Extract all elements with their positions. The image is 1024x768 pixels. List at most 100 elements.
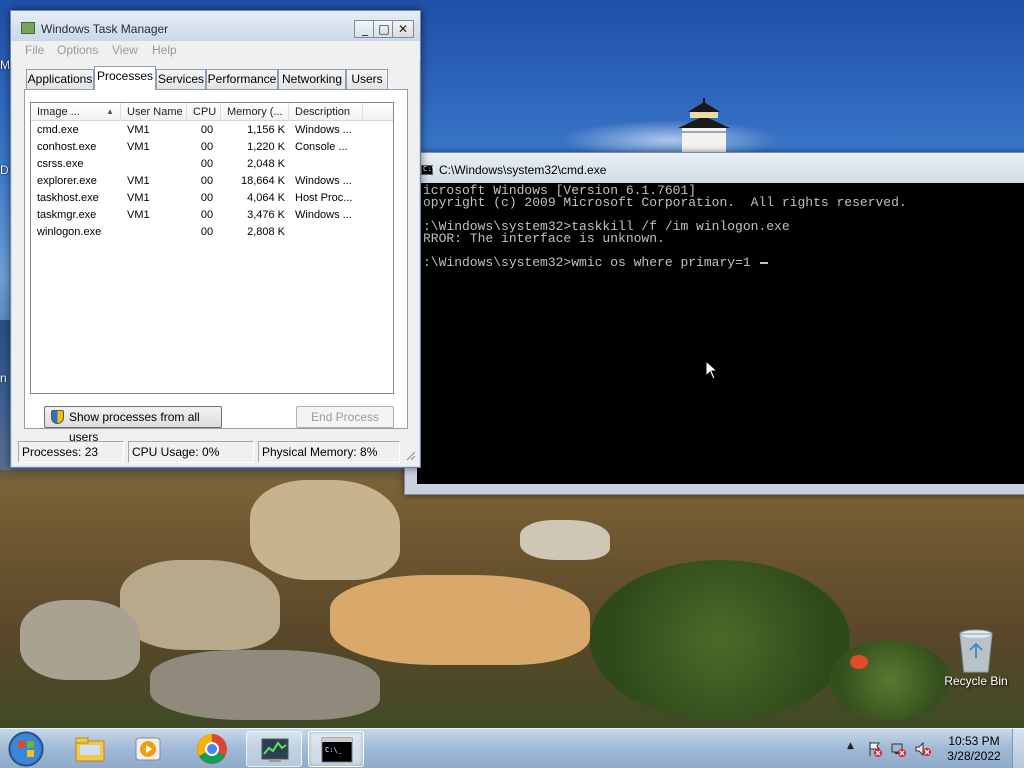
cmd-window[interactable]: C:\ C:\Windows\system32\cmd.exe icrosoft… [404,152,1024,495]
table-row[interactable]: conhost.exe VM1 00 1,220 K Console ... [31,139,393,156]
table-row[interactable]: explorer.exe VM1 00 18,664 K Windows ... [31,173,393,190]
process-cpu: 00 [200,158,214,170]
table-row[interactable]: taskmgr.exe VM1 00 3,476 K Windows ... [31,207,393,224]
taskbar-media-player[interactable] [120,731,176,767]
task-manager-titlebar[interactable]: Windows Task Manager _ □ ✕ [11,11,420,41]
taskbar: C:\_ ▲ 10:53 PM 3/28/2022 [0,728,1024,768]
console-prompt-line: :\Windows\system32>wmic os where primary… [423,255,759,270]
cmd-window-title: C:\Windows\system32\cmd.exe [439,163,607,177]
folder-icon [75,737,105,762]
cmd-window-icon: C:\ [421,165,436,175]
task-manager-icon [21,22,35,34]
console-line: opyright (c) 2009 Microsoft Corporation.… [423,195,907,210]
recycle-bin-icon [959,629,993,673]
tab-processes[interactable]: Processes [94,66,156,90]
tab-applications[interactable]: Applications [26,69,94,89]
clock-time: 10:53 PM [948,734,1000,748]
process-image: winlogon.exe [37,226,102,238]
column-cpu[interactable]: CPU [187,103,221,121]
process-user: VM1 [127,141,150,153]
system-tray: ▲ 10:53 PM 3/28/2022 [840,729,1024,768]
process-cpu: 00 [200,141,214,153]
table-row[interactable]: csrss.exe 00 2,048 K [31,156,393,173]
process-list-header: Image ... ▲ User Name CPU Memory (... De… [31,103,393,121]
status-cpu-usage: CPU Usage: 0% [128,441,254,463]
process-description [295,156,391,173]
cmd-icon: C:\_ [321,737,353,763]
column-image-name[interactable]: Image ... ▲ [31,103,121,121]
process-memory: 3,476 K [247,209,285,221]
process-cpu: 00 [200,192,214,204]
process-description: Host Proc... [295,192,353,204]
task-manager-window[interactable]: Windows Task Manager _ □ ✕ File Options … [10,10,421,468]
recycle-bin-shortcut[interactable]: Recycle Bin [938,628,1014,688]
process-user: VM1 [127,209,150,221]
process-memory: 2,048 K [247,158,285,170]
network-disconnected-icon[interactable] [891,741,907,757]
column-user-name[interactable]: User Name [121,103,187,121]
console-cursor [760,262,769,264]
end-process-button[interactable]: End Process [296,406,394,428]
process-user: VM1 [127,175,150,187]
taskbar-clock[interactable]: 10:53 PM 3/28/2022 [940,734,1008,764]
menu-help[interactable]: Help [152,43,177,57]
process-cpu: 00 [200,209,214,221]
desktop-icon-label-edge: M [0,58,10,72]
process-image: cmd.exe [37,124,79,136]
table-row[interactable]: winlogon.exe 00 2,808 K [31,224,393,241]
action-center-flag-icon[interactable] [867,741,883,757]
process-memory: 1,220 K [247,141,285,153]
column-description[interactable]: Description [289,103,363,121]
task-manager-icon [261,738,289,762]
menu-file[interactable]: File [25,43,44,57]
process-description: Console ... [295,141,348,153]
process-image: csrss.exe [37,158,84,170]
menu-bar: File Options View Help [11,41,420,61]
process-cpu: 00 [200,226,214,238]
process-image: conhost.exe [37,141,97,153]
start-button[interactable] [6,730,46,768]
recycle-bin-label: Recycle Bin [944,674,1008,688]
cmd-console[interactable]: icrosoft Windows [Version 6.1.7601] opyr… [417,183,1024,484]
status-bar: Processes: 23 CPU Usage: 0% Physical Mem… [18,441,416,463]
process-user [127,224,187,241]
close-button[interactable]: ✕ [392,20,414,38]
menu-options[interactable]: Options [57,43,98,57]
table-row[interactable]: taskhost.exe VM1 00 4,064 K Host Proc... [31,190,393,207]
task-manager-body: Applications Processes Services Performa… [12,61,419,466]
show-hidden-icons-chevron-icon[interactable]: ▲ [847,741,854,751]
taskbar-task-manager[interactable] [246,731,302,767]
mouse-pointer-icon [705,360,719,380]
taskbar-cmd[interactable]: C:\_ [308,731,364,767]
cmd-titlebar[interactable]: C:\ C:\Windows\system32\cmd.exe [405,153,1024,183]
taskbar-chrome[interactable] [184,731,240,767]
column-label: Image ... [37,106,80,118]
uac-shield-icon [51,410,64,424]
process-memory: 18,664 K [240,175,285,187]
taskbar-file-explorer[interactable] [62,731,118,767]
process-image: taskmgr.exe [37,209,97,221]
chrome-icon [197,734,227,764]
show-desktop-button[interactable] [1012,729,1024,768]
process-description: Windows ... [295,124,352,136]
process-list[interactable]: Image ... ▲ User Name CPU Memory (... De… [30,102,394,394]
sort-ascending-icon: ▲ [106,107,114,116]
volume-muted-icon[interactable] [915,741,931,757]
process-image: explorer.exe [37,175,97,187]
process-cpu: 00 [200,124,214,136]
tab-networking[interactable]: Networking [278,69,346,89]
lighthouse-image [678,98,730,154]
process-cpu: 00 [200,175,214,187]
desktop-icon-label-edge: n [0,371,7,385]
table-row[interactable]: cmd.exe VM1 00 1,156 K Windows ... [31,122,393,139]
show-all-processes-button[interactable]: Show processes from all users [44,406,222,444]
process-user: VM1 [127,192,150,204]
tab-performance[interactable]: Performance [206,69,278,89]
tab-users[interactable]: Users [346,69,388,89]
tab-services[interactable]: Services [156,69,206,89]
show-all-processes-label: Show processes from all users [69,410,200,444]
column-memory[interactable]: Memory (... [221,103,289,121]
resize-grip-icon[interactable] [404,449,416,461]
process-description [295,224,391,241]
menu-view[interactable]: View [112,43,138,57]
